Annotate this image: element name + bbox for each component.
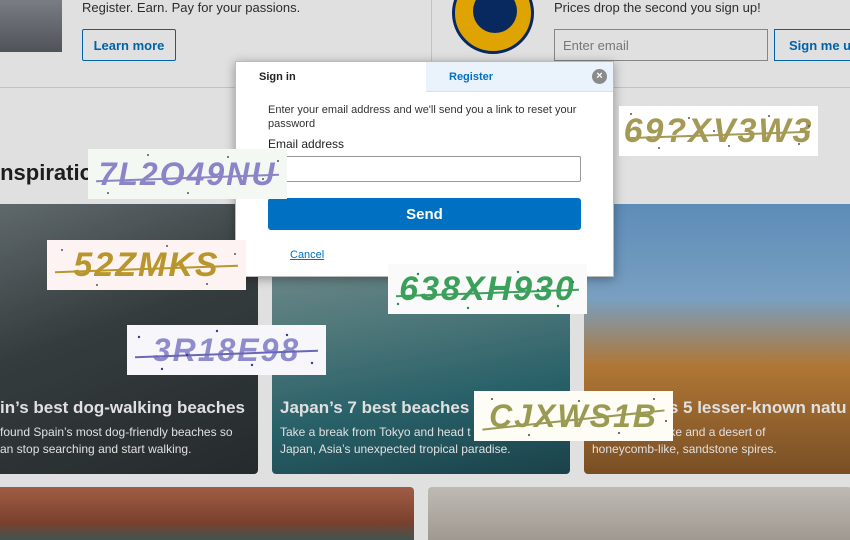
tab-register[interactable]: Register xyxy=(426,62,613,92)
captcha-image: 52ZMKS xyxy=(47,240,246,290)
tab-sign-in[interactable]: Sign in xyxy=(236,62,426,92)
captcha-image: 3R18E98 xyxy=(127,325,326,375)
send-button[interactable]: Send xyxy=(268,198,581,230)
captcha-image: 638XH930 xyxy=(388,264,587,314)
close-icon[interactable]: × xyxy=(592,69,607,84)
sign-in-modal: Sign in Register × Enter your email addr… xyxy=(235,61,614,277)
modal-tabs: Sign in Register xyxy=(236,62,613,92)
reset-instruction: Enter your email address and we'll send … xyxy=(268,104,577,130)
cancel-link[interactable]: Cancel xyxy=(290,249,324,261)
captcha-image: 7L2O49NU xyxy=(88,149,287,199)
email-field[interactable] xyxy=(268,156,581,182)
captcha-image: 69?XV3W3 xyxy=(619,106,818,156)
captcha-image: CJXWS1B xyxy=(474,391,673,441)
